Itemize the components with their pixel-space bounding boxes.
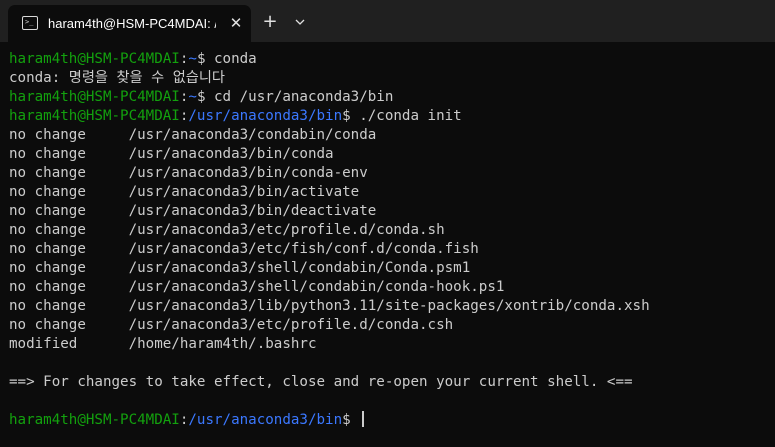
tab-dropdown-button[interactable] [290,11,310,33]
output-line: no change /usr/anaconda3/shell/condabin/… [9,260,471,276]
output-line: no change /usr/anaconda3/bin/activate [9,184,360,200]
output-line: no change /usr/anaconda3/lib/python3.11/… [9,298,650,314]
output-line: no change /usr/anaconda3/etc/fish/conf.d… [9,241,479,257]
output-line: no change /usr/anaconda3/etc/profile.d/c… [9,317,454,333]
command-text: $ [342,412,360,428]
prompt-path: /usr/anaconda3/bin [188,412,343,428]
command-text: $ conda [196,51,257,67]
new-tab-button[interactable]: + [260,11,280,33]
prompt-path: /usr/anaconda3/bin [188,108,343,124]
output-line: no change /usr/anaconda3/bin/deactivate [9,203,377,219]
terminal-tab[interactable]: >_ haram4th@HSM-PC4MDAI: /u ✕ [8,5,251,42]
text-cursor [362,411,365,427]
command-text: $ ./conda init [342,108,462,124]
chevron-down-icon [295,19,305,25]
close-tab-button[interactable]: ✕ [226,12,246,34]
output-line: ==> For changes to take effect, close an… [9,374,633,390]
output-line: conda: 명령을 찾을 수 없습니다 [9,70,225,86]
prompt-path: ~ [188,51,197,67]
output-line: no change /usr/anaconda3/shell/condabin/… [9,279,505,295]
terminal-lines: haram4th@HSM-PC4MDAI:~$ conda conda: 명령을 … [9,50,650,430]
output-line: no change /usr/anaconda3/etc/profile.d/c… [9,222,445,238]
prompt-line: haram4th@HSM-PC4MDAI:~$ conda [9,50,650,69]
tab-title: haram4th@HSM-PC4MDAI: /u [48,16,216,31]
terminal-icon: >_ [22,16,38,30]
prompt-line: haram4th@HSM-PC4MDAI:/usr/anaconda3/bin$… [9,107,650,126]
output-line: no change /usr/anaconda3/bin/conda-env [9,165,368,181]
output-line: no change /usr/anaconda3/condabin/conda [9,127,377,143]
prompt-user-host: haram4th@HSM-PC4MDAI [9,51,180,67]
output-line: modified /home/haram4th/.bashrc [9,336,317,352]
terminal-output-area[interactable]: haram4th@HSM-PC4MDAI:~$ conda conda: 명령을 … [0,42,775,447]
prompt-path: ~ [188,89,197,105]
prompt-user-host: haram4th@HSM-PC4MDAI [9,412,180,428]
prompt-line: haram4th@HSM-PC4MDAI:/usr/anaconda3/bin$ [9,411,650,430]
prompt-line: haram4th@HSM-PC4MDAI:~$ cd /usr/anaconda… [9,88,650,107]
command-text: $ cd /usr/anaconda3/bin [196,89,394,105]
title-bar: >_ haram4th@HSM-PC4MDAI: /u ✕ + [0,0,775,42]
output-line: no change /usr/anaconda3/bin/conda [9,146,334,162]
prompt-user-host: haram4th@HSM-PC4MDAI [9,89,180,105]
prompt-user-host: haram4th@HSM-PC4MDAI [9,108,180,124]
